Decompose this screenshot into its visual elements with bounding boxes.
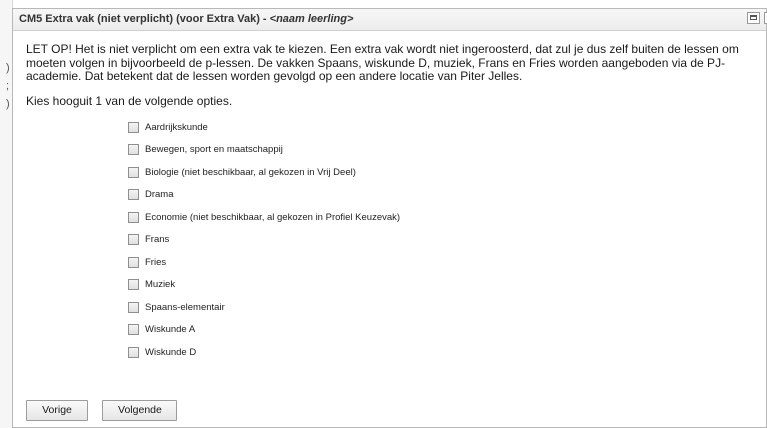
- checkbox[interactable]: [128, 301, 139, 313]
- option-label: Drama: [145, 189, 174, 200]
- extra-subject-dialog: CM5 Extra vak (niet verplicht) (voor Ext…: [12, 8, 767, 428]
- dialog-body: LET OP! Het is niet verplicht om een ext…: [13, 31, 766, 364]
- background-fragment: ): [6, 98, 10, 110]
- checkbox[interactable]: [128, 279, 139, 291]
- maximize-button[interactable]: [747, 12, 760, 24]
- option-label: Biologie (niet beschikbaar, al gekozen i…: [145, 166, 356, 178]
- checkbox[interactable]: [128, 121, 139, 133]
- dialog-title: CM5 Extra vak (niet verplicht) (voor Ext…: [19, 13, 353, 25]
- previous-button[interactable]: Vorige: [26, 400, 88, 421]
- option-label: Wiskunde A: [145, 324, 196, 335]
- checkbox[interactable]: [128, 234, 139, 246]
- notice-text: LET OP! Het is niet verplicht om een ext…: [26, 42, 739, 83]
- option-label: Frans: [145, 234, 170, 245]
- option-drama[interactable]: Drama: [128, 184, 754, 207]
- navigation-buttons: Vorige Volgende: [26, 400, 187, 421]
- instruction-text: Kies hooguit 1 van de volgende opties.: [26, 93, 233, 108]
- option-label: Bewegen, sport en maatschappij: [145, 144, 283, 155]
- checkbox[interactable]: [128, 324, 139, 336]
- checkbox[interactable]: [128, 189, 139, 201]
- option-aardrijkskunde[interactable]: Aardrijkskunde: [128, 116, 754, 139]
- option-biologie[interactable]: Biologie (niet beschikbaar, al gekozen i…: [128, 161, 754, 184]
- option-label: Aardrijkskunde: [145, 121, 208, 133]
- dialog-title-student-name: <naam leerling>: [269, 13, 354, 25]
- option-label: Wiskunde D: [145, 346, 197, 358]
- option-label: Fries: [145, 256, 167, 268]
- option-spaans-elementair[interactable]: Spaans-elementair: [128, 296, 754, 319]
- option-wiskunde-a[interactable]: Wiskunde A: [128, 319, 754, 342]
- options-list: Aardrijkskunde Bewegen, sport en maatsch…: [26, 116, 754, 364]
- option-frans[interactable]: Frans: [128, 229, 754, 252]
- dialog-titlebar[interactable]: CM5 Extra vak (niet verplicht) (voor Ext…: [13, 9, 767, 31]
- option-bewegen-sport-maatschappij[interactable]: Bewegen, sport en maatschappij: [128, 139, 754, 162]
- option-fries[interactable]: Fries: [128, 251, 754, 274]
- checkbox[interactable]: [128, 256, 139, 268]
- screen: ) ; ) CM5 Extra vak (niet verplicht) (vo…: [0, 0, 767, 428]
- checkbox[interactable]: [128, 346, 139, 358]
- dialog-title-text: CM5 Extra vak (niet verplicht) (voor Ext…: [19, 13, 270, 25]
- option-wiskunde-d[interactable]: Wiskunde D: [128, 341, 754, 364]
- option-label: Muziek: [145, 279, 176, 290]
- checkbox[interactable]: [128, 144, 139, 156]
- background-fragment: ;: [6, 80, 10, 92]
- next-button[interactable]: Volgende: [102, 400, 178, 421]
- background-fragment: ): [6, 62, 10, 74]
- checkbox[interactable]: [128, 211, 139, 223]
- option-muziek[interactable]: Muziek: [128, 274, 754, 297]
- checkbox[interactable]: [128, 166, 139, 178]
- option-economie[interactable]: Economie (niet beschikbaar, al gekozen i…: [128, 206, 754, 229]
- option-label: Economie (niet beschikbaar, al gekozen i…: [145, 211, 401, 223]
- option-label: Spaans-elementair: [145, 301, 225, 313]
